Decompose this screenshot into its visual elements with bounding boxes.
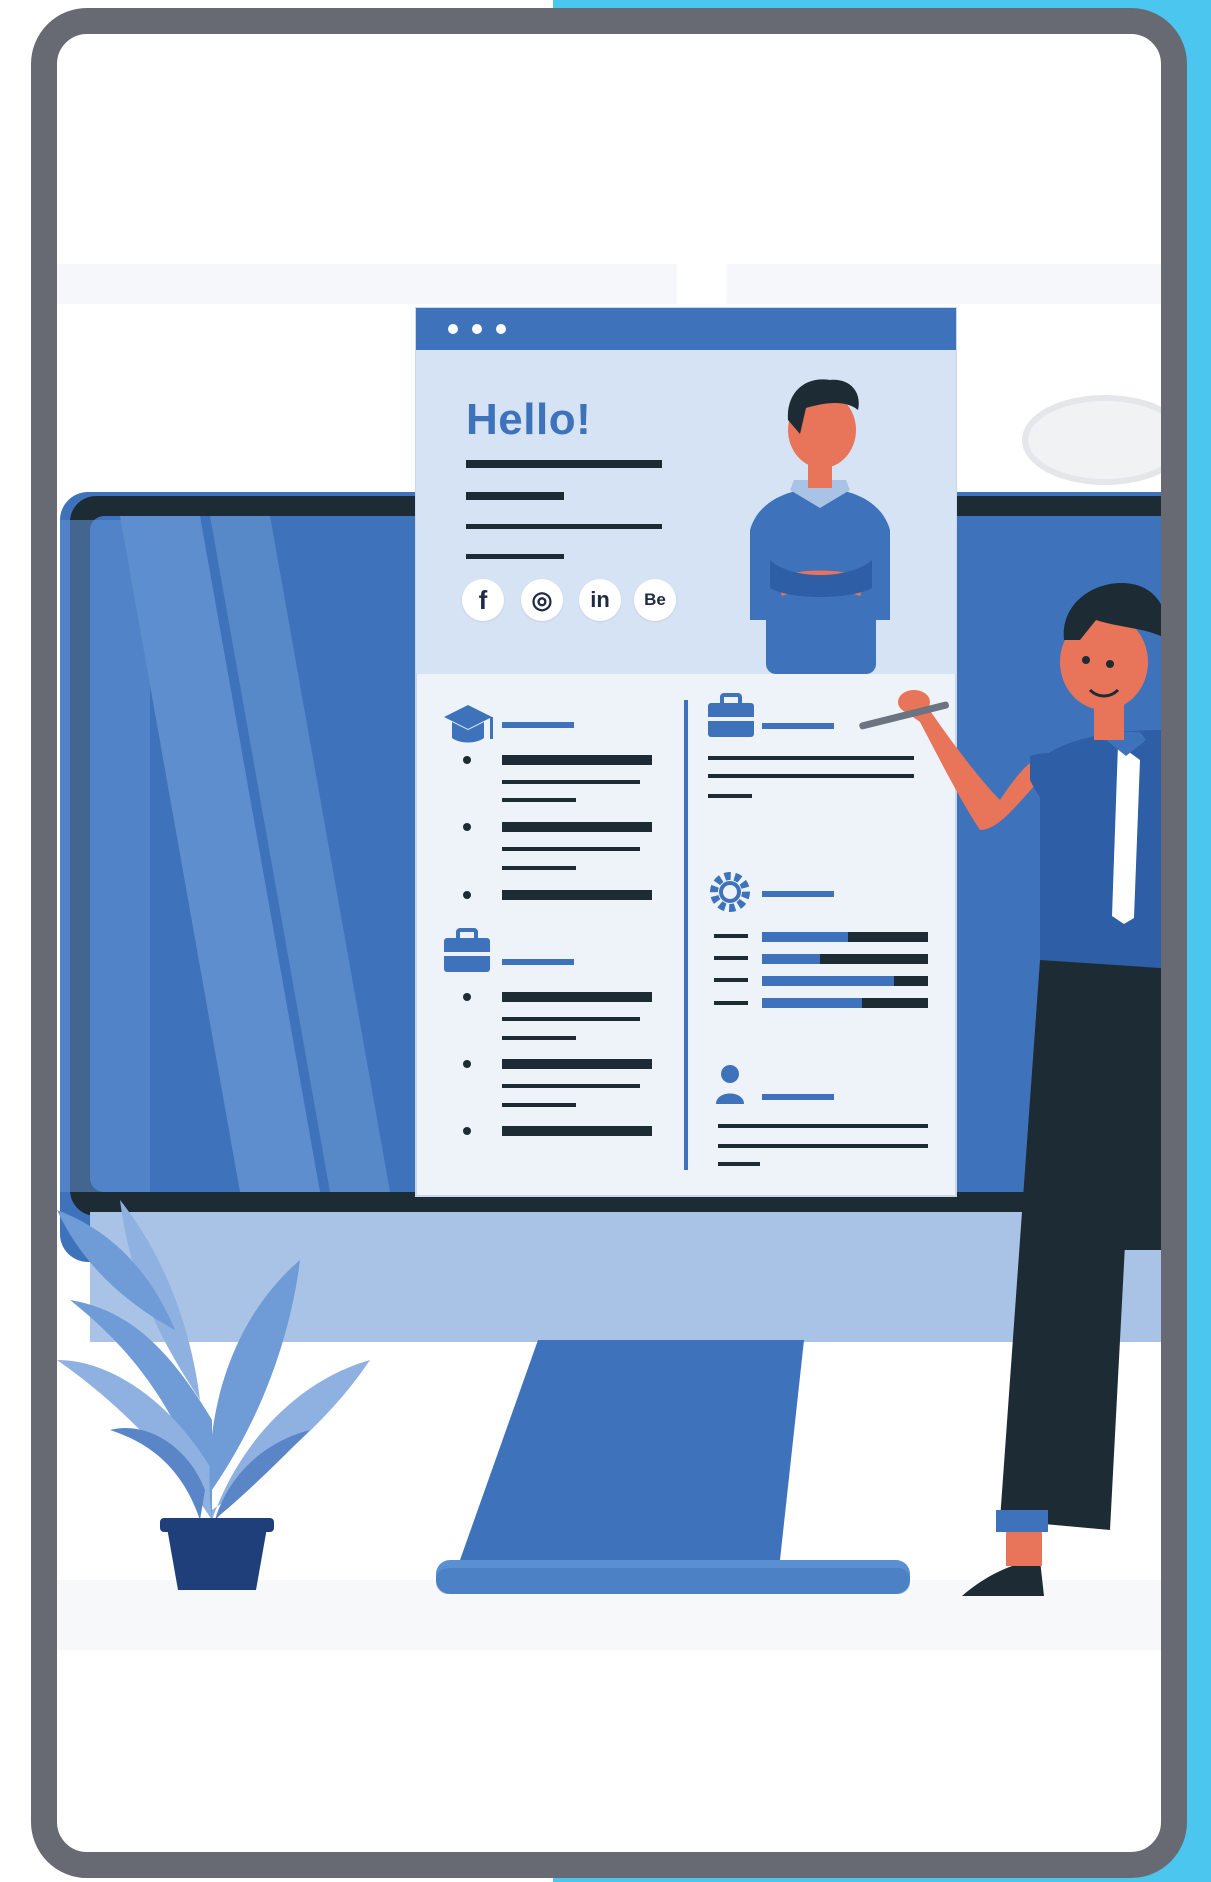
header-line-2 xyxy=(466,492,564,500)
page: Hello! f ◎ in Be xyxy=(0,0,1211,1882)
window-dot-3 xyxy=(496,324,506,334)
instagram-icon[interactable]: ◎ xyxy=(521,579,563,621)
instagram-glyph: ◎ xyxy=(531,586,553,614)
header-line-1 xyxy=(466,460,662,468)
monitor-stand xyxy=(460,1340,804,1560)
facebook-icon[interactable]: f xyxy=(462,579,504,621)
bg-panel-right xyxy=(727,264,1161,304)
window-dot-1 xyxy=(448,324,458,334)
resume-greeting: Hello! xyxy=(466,395,592,444)
header-line-3 xyxy=(466,524,662,529)
bg-panel-left xyxy=(57,264,677,304)
plant-pot-rim xyxy=(160,1518,274,1532)
monitor-stand-base-shadow xyxy=(436,1568,910,1594)
linkedin-glyph: in xyxy=(590,587,610,612)
window-dot-2 xyxy=(472,324,482,334)
behance-icon[interactable]: Be xyxy=(634,579,676,621)
resume-illustration xyxy=(57,264,1161,1650)
bg-oval xyxy=(1022,395,1161,485)
facebook-glyph: f xyxy=(478,584,488,615)
column-divider xyxy=(684,700,688,1170)
header-line-4 xyxy=(466,554,564,559)
linkedin-icon[interactable]: in xyxy=(579,579,621,621)
screen-glare-3 xyxy=(60,520,150,1192)
plant-pot xyxy=(166,1522,268,1590)
behance-glyph: Be xyxy=(644,590,666,609)
